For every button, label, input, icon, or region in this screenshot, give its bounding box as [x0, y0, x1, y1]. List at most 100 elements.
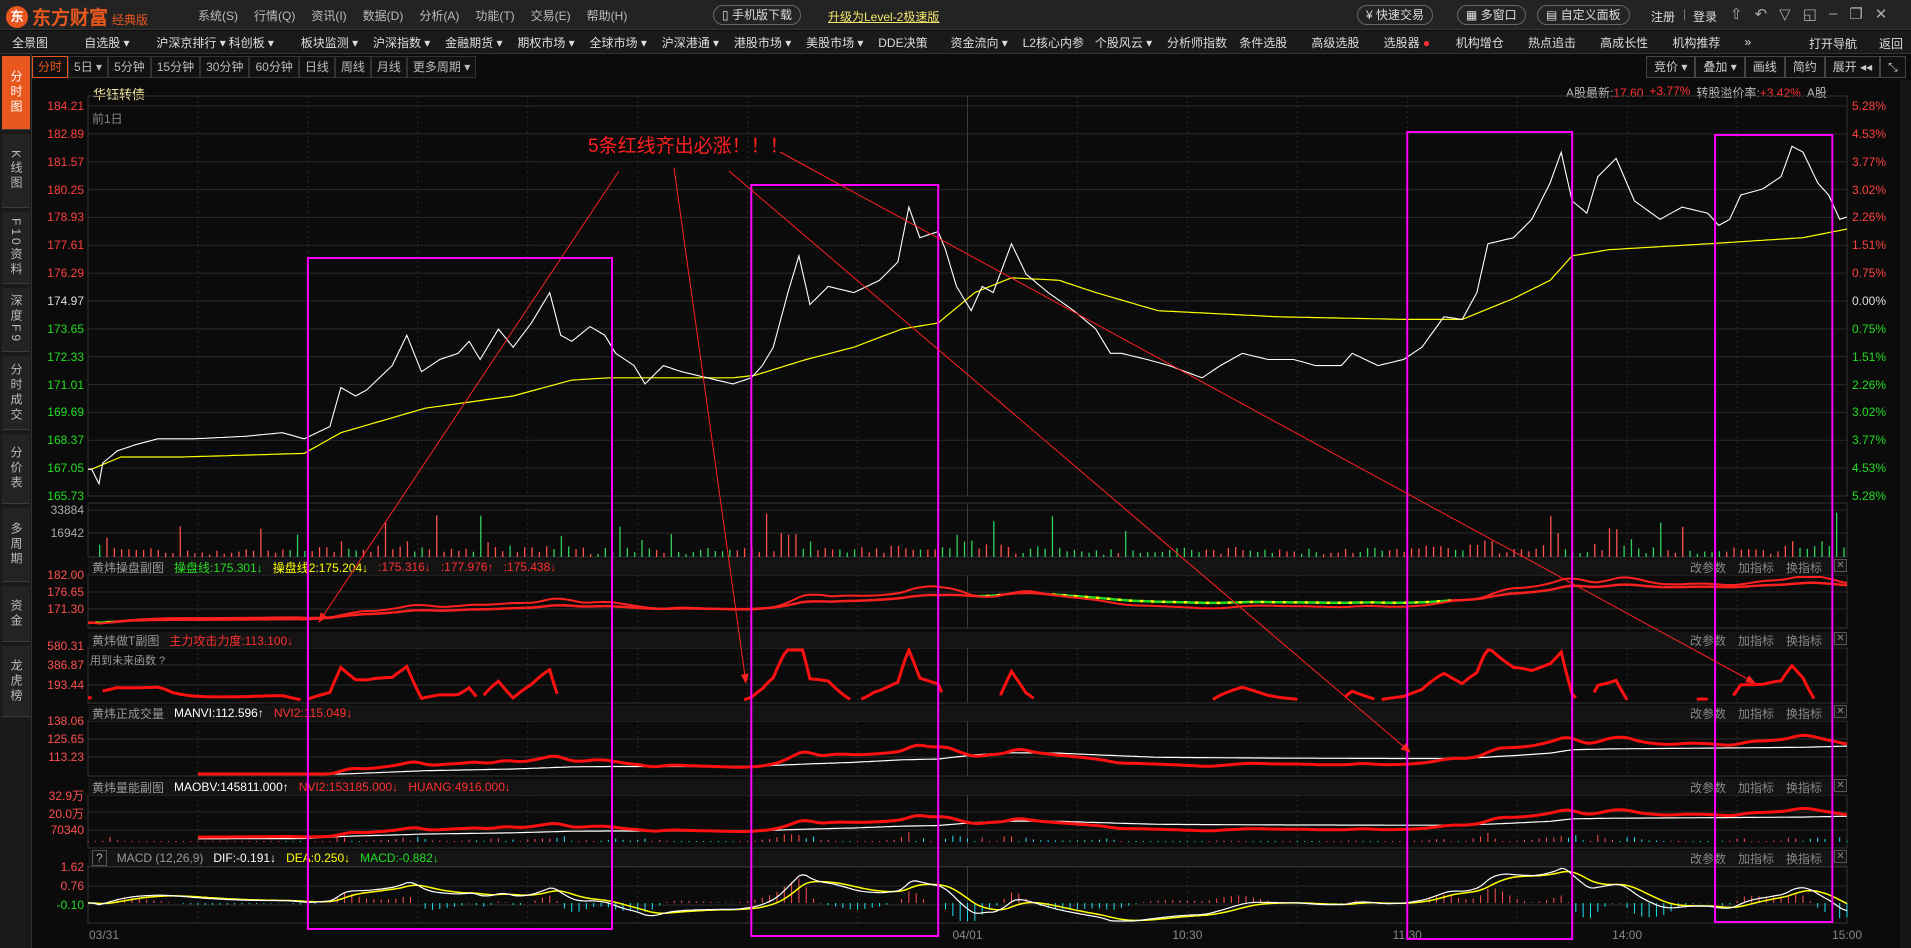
volume-bar	[1792, 541, 1794, 557]
volume-bar	[743, 548, 746, 557]
indicator-name[interactable]: 黄炜正成交量	[92, 705, 164, 722]
volume-bar	[465, 548, 467, 557]
volume-bar	[98, 544, 101, 557]
volume-bar	[1169, 550, 1171, 557]
volume-bar	[905, 548, 907, 557]
volume-bar	[120, 549, 123, 557]
volume-bar	[1843, 547, 1845, 557]
volume-bar	[1498, 553, 1501, 557]
indicator-action-button[interactable]: 改参数	[1690, 632, 1726, 649]
indicator-action-button[interactable]: 加指标	[1738, 850, 1774, 867]
indicator-name[interactable]: 黄炜量能副图	[92, 779, 164, 796]
indicator-action-button[interactable]: 加指标	[1738, 632, 1774, 649]
volume-bar	[1183, 547, 1186, 557]
volume-bar	[1623, 545, 1625, 557]
volume-bar	[157, 550, 159, 557]
volume-bar	[875, 548, 878, 557]
future-function-note[interactable]: 用到未来函数 ?	[90, 652, 165, 668]
volume-bar	[978, 548, 980, 557]
indicator-action-button[interactable]: 加指标	[1738, 779, 1774, 796]
indicator-value: :175.438↓	[503, 560, 557, 574]
volume-bar	[311, 551, 313, 557]
help-button[interactable]: ?	[92, 850, 107, 866]
indicator-action-button[interactable]: 换指标	[1786, 559, 1822, 576]
volume-bar	[1322, 554, 1325, 557]
attack-strength-line	[307, 664, 478, 701]
volume-bar	[1506, 552, 1508, 557]
indicator-action-button[interactable]: 改参数	[1690, 850, 1726, 867]
volume-bar	[318, 547, 321, 557]
trade-line-2	[1560, 585, 1566, 589]
volume-bar	[1645, 553, 1647, 557]
volume-bar	[502, 551, 504, 557]
volume-bar	[919, 549, 922, 557]
indicator-name[interactable]: MACD (12,26,9)	[117, 851, 204, 865]
volume-bar	[1586, 552, 1589, 557]
volume-bar	[186, 550, 189, 557]
volume-bar	[670, 534, 672, 557]
volume-bar	[1704, 551, 1706, 557]
indicator-name[interactable]: 黄炜操盘副图	[92, 559, 164, 576]
indicator-action-button[interactable]: 换指标	[1786, 632, 1822, 649]
volume-bar	[912, 549, 914, 557]
annotation-text: 5条红线齐出必涨！！！	[588, 136, 789, 157]
volume-bar	[179, 526, 181, 557]
indicator-action-button[interactable]: 改参数	[1690, 705, 1726, 722]
attack-strength-line	[1212, 685, 1298, 702]
volume-bar	[142, 549, 145, 557]
volume-bar	[392, 549, 394, 557]
indicator-action-button[interactable]: 改参数	[1690, 559, 1726, 576]
volume-bar	[1814, 546, 1816, 557]
indicator-header: 黄炜正成交量 MANVI:112.596↑ NVI2:115.049↓ 改参数 加指标换…	[88, 705, 1847, 721]
trade-line-2	[1549, 587, 1555, 592]
volume-bar	[289, 549, 291, 557]
indicator-name[interactable]: 黄炜做T副图	[92, 632, 159, 649]
volume-bar	[172, 553, 174, 557]
volume-bar	[1469, 544, 1471, 557]
close-indicator-icon[interactable]: ✕	[1834, 779, 1847, 792]
trade-line-2	[1487, 595, 1492, 599]
indicator-action-button[interactable]: 换指标	[1786, 779, 1822, 796]
volume-bar	[1799, 548, 1801, 557]
volume-bar	[436, 515, 438, 557]
volume-bar	[150, 548, 152, 557]
indicator-action-button[interactable]: 换指标	[1786, 850, 1822, 867]
trade-line-2	[1491, 594, 1496, 598]
indicator-action-button[interactable]: 加指标	[1738, 559, 1774, 576]
trade-line-2	[1502, 592, 1507, 596]
close-indicator-icon[interactable]: ✕	[1834, 559, 1847, 572]
close-indicator-icon[interactable]: ✕	[1834, 705, 1847, 718]
volume-bar	[1770, 553, 1772, 557]
indicator-header: 黄炜量能副图 MAOBV:145811.000↑ NVI2:153185.000↓ H…	[88, 779, 1847, 795]
volume-bar	[1425, 545, 1427, 557]
volume-bar	[1022, 552, 1024, 557]
close-indicator-icon[interactable]: ✕	[1834, 850, 1847, 863]
volume-bar	[985, 544, 988, 557]
volume-bar	[934, 549, 936, 557]
volume-bar	[963, 541, 966, 557]
indicator-value: MANVI:112.596↑	[174, 706, 264, 720]
volume-bar	[1601, 550, 1603, 557]
chart-canvas[interactable]	[0, 0, 1911, 948]
volume-bar	[1667, 550, 1669, 557]
attack-strength-line	[482, 667, 559, 700]
volume-bar	[1293, 551, 1295, 557]
trade-line-2	[791, 602, 796, 606]
indicator-action-button[interactable]: 改参数	[1690, 779, 1726, 796]
volume-bar	[428, 549, 431, 557]
volume-bar	[450, 548, 453, 557]
volume-bar	[831, 549, 834, 557]
volume-bar	[1242, 550, 1244, 557]
volume-bar	[414, 551, 416, 557]
volume-bar	[1491, 541, 1493, 557]
close-indicator-icon[interactable]: ✕	[1834, 632, 1847, 645]
indicator-action-button[interactable]: 加指标	[1738, 705, 1774, 722]
vertical-scrollbar[interactable]	[1900, 80, 1911, 948]
volume-bar	[1344, 549, 1347, 557]
volume-bar	[1147, 552, 1149, 557]
indicator-value: 主力攻击力度:113.100↓	[169, 633, 294, 648]
volume-bar	[546, 546, 548, 557]
volume-bar	[516, 552, 519, 557]
indicator-action-button[interactable]: 换指标	[1786, 705, 1822, 722]
volume-bar	[472, 551, 475, 557]
